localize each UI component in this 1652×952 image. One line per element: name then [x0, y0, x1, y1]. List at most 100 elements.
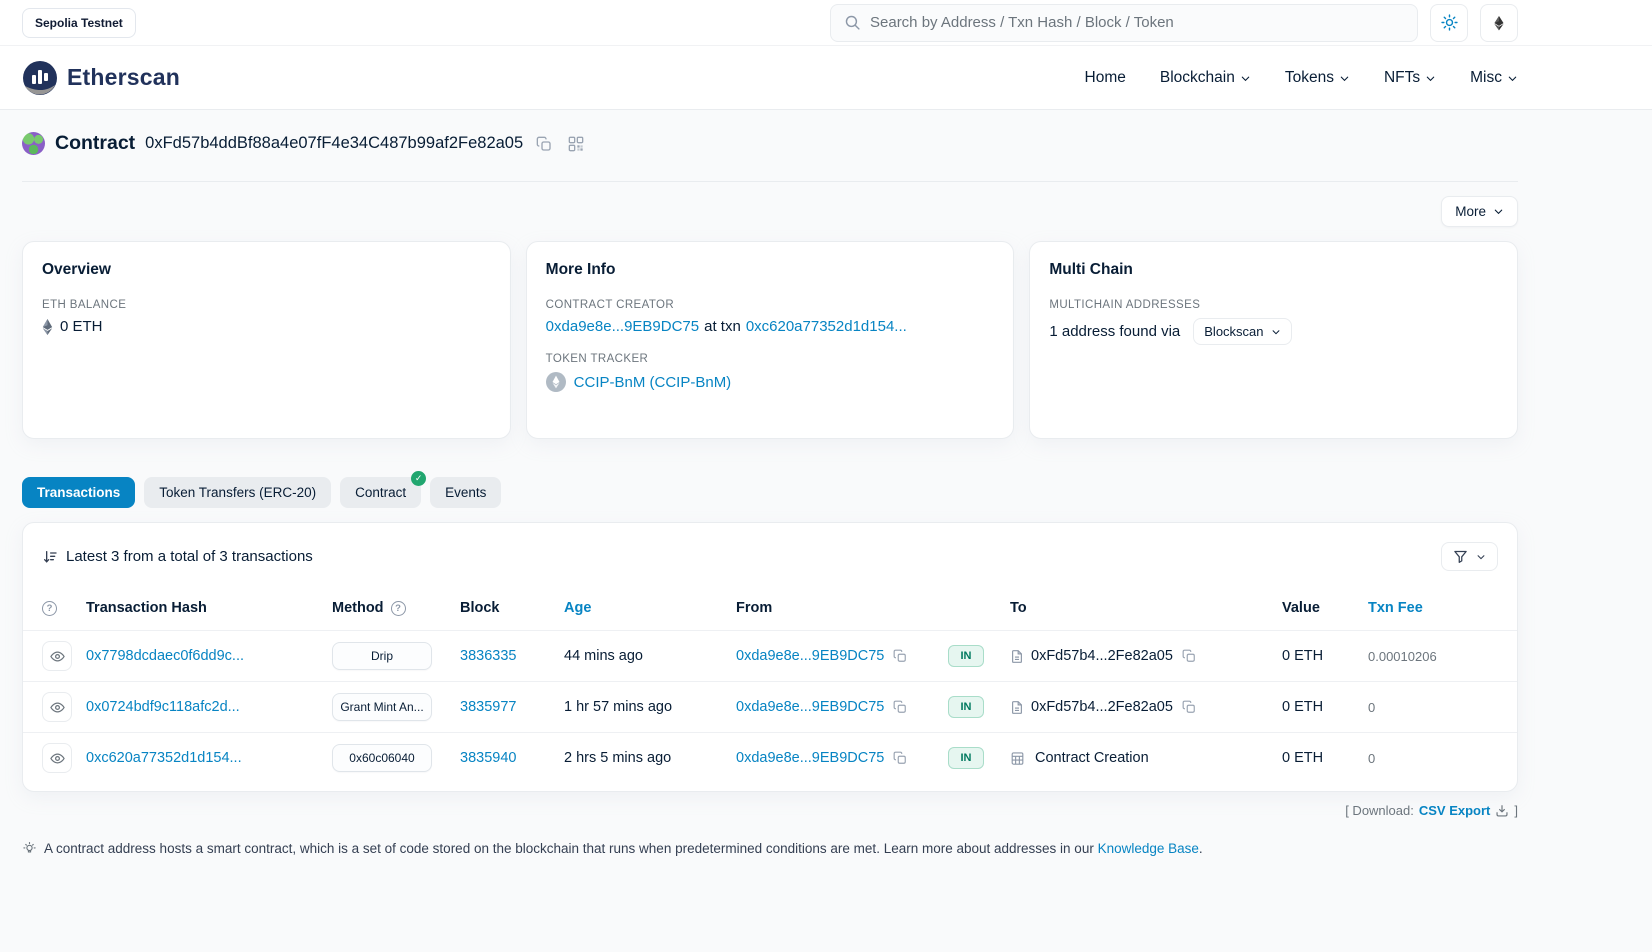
- network-selector-button[interactable]: Sepolia Testnet: [22, 8, 136, 38]
- col-age-toggle[interactable]: Age: [564, 600, 736, 616]
- eye-icon: [50, 751, 65, 766]
- table-row: 0x0724bdf9c118afc2d... Grant Mint An... …: [23, 681, 1517, 732]
- nav-item-misc[interactable]: Misc: [1470, 69, 1518, 87]
- block-link[interactable]: 3835940: [460, 750, 516, 766]
- tx-preview-button[interactable]: [42, 641, 72, 671]
- network-eth-button[interactable]: [1480, 4, 1518, 42]
- tx-preview-button[interactable]: [42, 743, 72, 773]
- eth-diamond-icon: [42, 319, 53, 335]
- page-title: Contract: [55, 132, 135, 155]
- download-prefix-text: [ Download:: [1345, 803, 1414, 818]
- method-badge[interactable]: 0x60c06040: [332, 744, 432, 772]
- chevron-down-icon: [1271, 327, 1281, 337]
- multichain-found-text: 1 address found via: [1049, 323, 1180, 340]
- table-row: 0x7798dcdaec0f6dd9c... Drip 3836335 44 m…: [23, 630, 1517, 681]
- value-amount: 0 ETH: [1282, 699, 1323, 715]
- tx-hash-link[interactable]: 0x0724bdf9c118afc2d...: [86, 699, 240, 715]
- token-tracker-label: TOKEN TRACKER: [546, 353, 995, 365]
- qr-code-button[interactable]: [565, 133, 587, 155]
- download-row: [ Download: CSV Export ]: [22, 803, 1518, 818]
- search-icon: [844, 14, 861, 31]
- creation-txn-link[interactable]: 0xc620a77352d1d154...: [746, 318, 907, 335]
- transactions-panel: Latest 3 from a total of 3 transactions …: [22, 522, 1518, 792]
- contract-creator-label: CONTRACT CREATOR: [546, 299, 995, 311]
- chevron-down-icon: [1425, 71, 1436, 84]
- value-amount: 0 ETH: [1282, 750, 1323, 766]
- contract-avatar: [22, 132, 45, 155]
- direction-badge: IN: [948, 747, 984, 769]
- nav-item-blockchain[interactable]: Blockchain: [1160, 69, 1251, 87]
- qr-code-icon: [568, 136, 584, 152]
- primary-navigation: Home Blockchain Tokens NFTs Misc: [1085, 69, 1518, 87]
- direction-badge: IN: [948, 645, 984, 667]
- theme-toggle-button[interactable]: [1430, 4, 1468, 42]
- chevron-down-icon: [1493, 206, 1504, 217]
- overview-card-title: Overview: [42, 261, 491, 279]
- chevron-down-icon: [1240, 71, 1251, 84]
- tx-hash-link[interactable]: 0x7798dcdaec0f6dd9c...: [86, 648, 244, 664]
- from-address-link[interactable]: 0xda9e8e...9EB9DC75: [736, 699, 884, 715]
- main-navbar: Etherscan Home Blockchain Tokens NFTs Mi…: [0, 46, 1652, 110]
- copy-address-button[interactable]: [533, 133, 555, 155]
- more-dropdown-button[interactable]: More: [1441, 196, 1518, 227]
- copy-icon[interactable]: [891, 749, 909, 767]
- search-input[interactable]: [870, 14, 1404, 31]
- tab-contract[interactable]: Contract ✓: [340, 477, 421, 508]
- nav-item-home[interactable]: Home: [1085, 69, 1126, 87]
- age-value: 44 mins ago: [564, 648, 643, 664]
- contract-file-icon: [1010, 700, 1024, 715]
- age-value: 2 hrs 5 mins ago: [564, 750, 671, 766]
- filter-button[interactable]: [1441, 542, 1498, 571]
- download-suffix-text: ]: [1514, 803, 1518, 818]
- creator-address-link[interactable]: 0xda9e8e...9EB9DC75: [546, 318, 699, 335]
- copy-icon[interactable]: [891, 698, 909, 716]
- txn-fee-amount: 0.00010206: [1368, 649, 1437, 664]
- tab-transactions[interactable]: Transactions: [22, 477, 135, 508]
- table-row: 0xc620a77352d1d154... 0x60c06040 3835940…: [23, 732, 1517, 783]
- nav-item-nfts[interactable]: NFTs: [1384, 69, 1436, 87]
- creator-connector-text: at txn: [704, 318, 741, 335]
- tab-events[interactable]: Events: [430, 477, 501, 508]
- from-address-link[interactable]: 0xda9e8e...9EB9DC75: [736, 750, 884, 766]
- from-address-link[interactable]: 0xda9e8e...9EB9DC75: [736, 648, 884, 664]
- download-icon: [1495, 804, 1509, 818]
- tab-token-transfers[interactable]: Token Transfers (ERC-20): [144, 477, 331, 508]
- method-badge[interactable]: Grant Mint An...: [332, 693, 432, 721]
- header-divider: [22, 181, 1518, 182]
- nav-item-tokens[interactable]: Tokens: [1285, 69, 1350, 87]
- copy-icon: [536, 136, 552, 152]
- etherscan-logo-icon: [22, 60, 58, 96]
- to-address: 0xFd57b4...2Fe82a05: [1031, 648, 1173, 664]
- eth-balance-value: 0 ETH: [60, 318, 103, 335]
- block-link[interactable]: 3835977: [460, 699, 516, 715]
- multichain-provider-select[interactable]: Blockscan: [1193, 318, 1291, 345]
- funnel-icon: [1453, 549, 1468, 564]
- multichain-addresses-label: MULTICHAIN ADDRESSES: [1049, 299, 1498, 311]
- col-transaction-hash: Transaction Hash: [86, 600, 332, 616]
- info-cards: Overview ETH BALANCE 0 ETH More Info CON…: [22, 241, 1518, 439]
- copy-icon[interactable]: [891, 647, 909, 665]
- eye-icon: [50, 649, 65, 664]
- search-box[interactable]: [830, 4, 1418, 42]
- col-method: Method?: [332, 600, 460, 616]
- block-link[interactable]: 3836335: [460, 648, 516, 664]
- note-text: A contract address hosts a smart contrac…: [44, 841, 1094, 856]
- tx-hash-link[interactable]: 0xc620a77352d1d154...: [86, 750, 242, 766]
- chevron-down-icon: [1476, 552, 1486, 562]
- etherscan-logo[interactable]: Etherscan: [22, 60, 180, 96]
- method-badge[interactable]: Drip: [332, 642, 432, 670]
- copy-icon[interactable]: [1180, 698, 1198, 716]
- method-help-icon: ?: [391, 601, 406, 616]
- col-txn-fee-toggle[interactable]: Txn Fee: [1368, 600, 1498, 616]
- txn-fee-amount: 0: [1368, 700, 1375, 715]
- brand-name: Etherscan: [67, 64, 180, 91]
- direction-badge: IN: [948, 696, 984, 718]
- knowledge-base-link[interactable]: Knowledge Base: [1098, 841, 1199, 856]
- tx-preview-button[interactable]: [42, 692, 72, 722]
- overview-card: Overview ETH BALANCE 0 ETH: [22, 241, 511, 439]
- token-tracker-link[interactable]: CCIP-BnM (CCIP-BnM): [574, 374, 732, 391]
- txn-fee-amount: 0: [1368, 751, 1375, 766]
- csv-export-link[interactable]: CSV Export: [1419, 803, 1491, 818]
- copy-icon[interactable]: [1180, 647, 1198, 665]
- contract-file-icon: [1010, 649, 1024, 664]
